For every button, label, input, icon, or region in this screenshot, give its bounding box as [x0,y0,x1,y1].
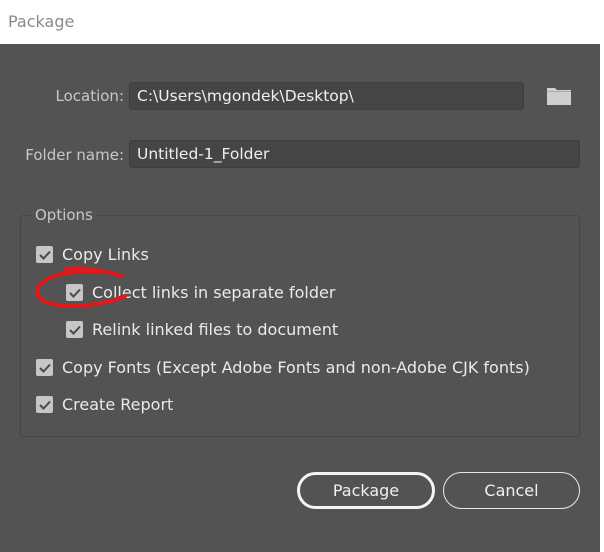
checkbox-label: Copy Fonts (Except Adobe Fonts and non-A… [62,358,530,377]
package-button[interactable]: Package [297,472,435,509]
relink-files-checkbox[interactable]: Relink linked files to document [66,320,338,339]
checkmark-icon [36,359,53,376]
copy-fonts-checkbox[interactable]: Copy Fonts (Except Adobe Fonts and non-A… [36,358,530,377]
title-bar: Package [0,0,600,44]
collect-links-checkbox[interactable]: Collect links in separate folder [66,283,335,302]
folder-name-input[interactable] [129,140,580,168]
dialog-title: Package [8,12,75,31]
checkmark-icon [66,321,83,338]
options-heading: Options [30,206,98,224]
checkbox-label: Collect links in separate folder [92,283,336,302]
folder-browse-icon[interactable] [546,86,572,106]
checkmark-icon [36,396,53,413]
location-input[interactable] [129,82,524,110]
copy-links-checkbox[interactable]: Copy Links [36,245,149,264]
checkbox-label: Relink linked files to document [92,320,339,339]
checkmark-icon [66,284,83,301]
checkbox-label: Create Report [62,395,174,414]
checkbox-label: Copy Links [62,245,149,264]
create-report-checkbox[interactable]: Create Report [36,395,173,414]
folder-name-label: Folder name: [25,146,124,164]
checkmark-icon [36,246,53,263]
window-edge [600,0,604,552]
cancel-button[interactable]: Cancel [443,472,580,509]
location-label: Location: [55,87,125,105]
